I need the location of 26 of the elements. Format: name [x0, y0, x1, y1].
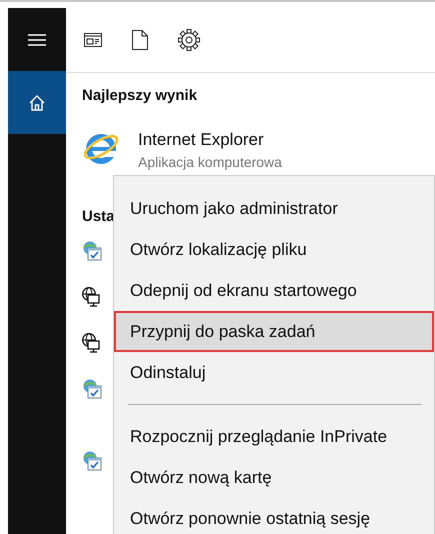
apps-button[interactable] [84, 33, 102, 47]
menu-item[interactable]: Rozpocznij przeglądanie InPrivate [114, 416, 434, 457]
section-heading: Usta [82, 208, 115, 225]
gear-icon [178, 29, 200, 51]
globe-window-icon [82, 241, 102, 261]
menu-icon [28, 34, 46, 46]
document-icon [132, 30, 148, 50]
section-heading: Najlepszy wynik [82, 87, 198, 104]
globe-window-icon [82, 451, 102, 471]
menu-item[interactable]: Przypnij do paska zadań [114, 311, 434, 352]
globe-monitor-icon [82, 287, 100, 307]
menu-item[interactable]: Uruchom jako administrator [114, 188, 434, 229]
documents-button[interactable] [132, 30, 148, 50]
menu-item[interactable]: Otwórz nową kartę [114, 457, 434, 498]
menu-item[interactable]: Odinstaluj [114, 352, 434, 393]
app-subtitle: Aplikacja komputerowa [138, 154, 282, 170]
app-title: Internet Explorer [138, 130, 265, 150]
home-icon [29, 94, 45, 110]
menu-item[interactable]: Otwórz lokalizację pliku [114, 229, 434, 270]
menu-item[interactable]: Odepnij od ekranu startowego [114, 270, 434, 311]
menu-item[interactable]: Otwórz ponownie ostatnią sesję [114, 498, 434, 534]
globe-monitor-icon [82, 333, 100, 353]
home-button[interactable] [8, 71, 66, 134]
globe-window-icon [82, 379, 102, 399]
window-icon [84, 33, 102, 47]
settings-button[interactable] [178, 29, 200, 51]
